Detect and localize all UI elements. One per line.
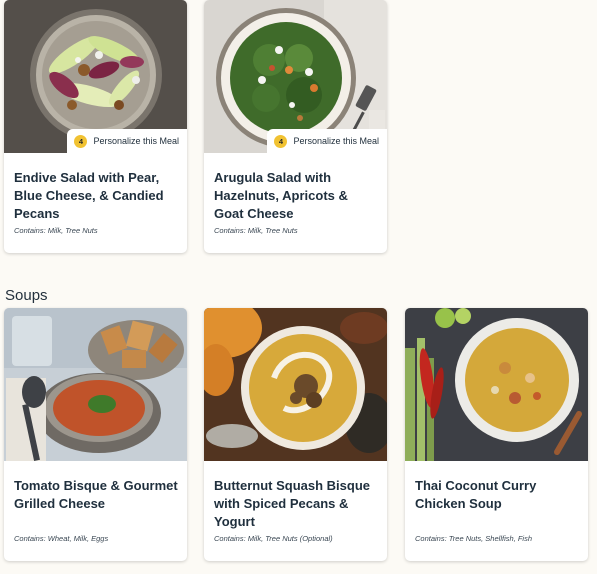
personalize-meal-button[interactable]: 4 Personalize this Meal <box>267 129 387 153</box>
meal-title[interactable]: Arugula Salad with Hazelnuts, Apricots &… <box>214 169 379 223</box>
meal-card[interactable]: 4 Personalize this Meal Arugula Salad wi… <box>204 0 387 253</box>
meal-title[interactable]: Butternut Squash Bisque with Spiced Peca… <box>214 477 379 531</box>
allergen-info: Contains: Milk, Tree Nuts <box>14 226 98 235</box>
section-title-soups: Soups <box>5 287 48 304</box>
personalize-meal-button[interactable]: 4 Personalize this Meal <box>67 129 187 153</box>
meal-image-endive-salad[interactable]: 4 Personalize this Meal <box>4 0 187 153</box>
allergen-info: Contains: Milk, Tree Nuts <box>214 226 298 235</box>
personalize-count-badge: 4 <box>274 134 288 148</box>
personalize-label: Personalize this Meal <box>93 136 179 146</box>
meal-title[interactable]: Thai Coconut Curry Chicken Soup <box>415 477 580 513</box>
meal-card[interactable]: Butternut Squash Bisque with Spiced Peca… <box>204 308 387 561</box>
personalize-label: Personalize this Meal <box>293 136 379 146</box>
meal-title[interactable]: Tomato Bisque & Gourmet Grilled Cheese <box>14 477 179 513</box>
allergen-info: Contains: Wheat, Milk, Eggs <box>14 534 109 543</box>
meal-image-arugula-salad[interactable]: 4 Personalize this Meal <box>204 0 387 153</box>
allergen-info: Contains: Milk, Tree Nuts (Optional) <box>214 534 333 543</box>
meal-image-tomato-bisque[interactable] <box>4 308 187 461</box>
personalize-count-badge: 4 <box>74 134 88 148</box>
meal-image-butternut-bisque[interactable] <box>204 308 387 461</box>
meal-title[interactable]: Endive Salad with Pear, Blue Cheese, & C… <box>14 169 179 223</box>
meal-card[interactable]: Tomato Bisque & Gourmet Grilled Cheese C… <box>4 308 187 561</box>
meal-card[interactable]: Thai Coconut Curry Chicken Soup Contains… <box>405 308 588 561</box>
meal-card[interactable]: 4 Personalize this Meal Endive Salad wit… <box>4 0 187 253</box>
allergen-info: Contains: Tree Nuts, Shellfish, Fish <box>415 534 532 543</box>
meal-image-thai-coconut-soup[interactable] <box>405 308 588 461</box>
